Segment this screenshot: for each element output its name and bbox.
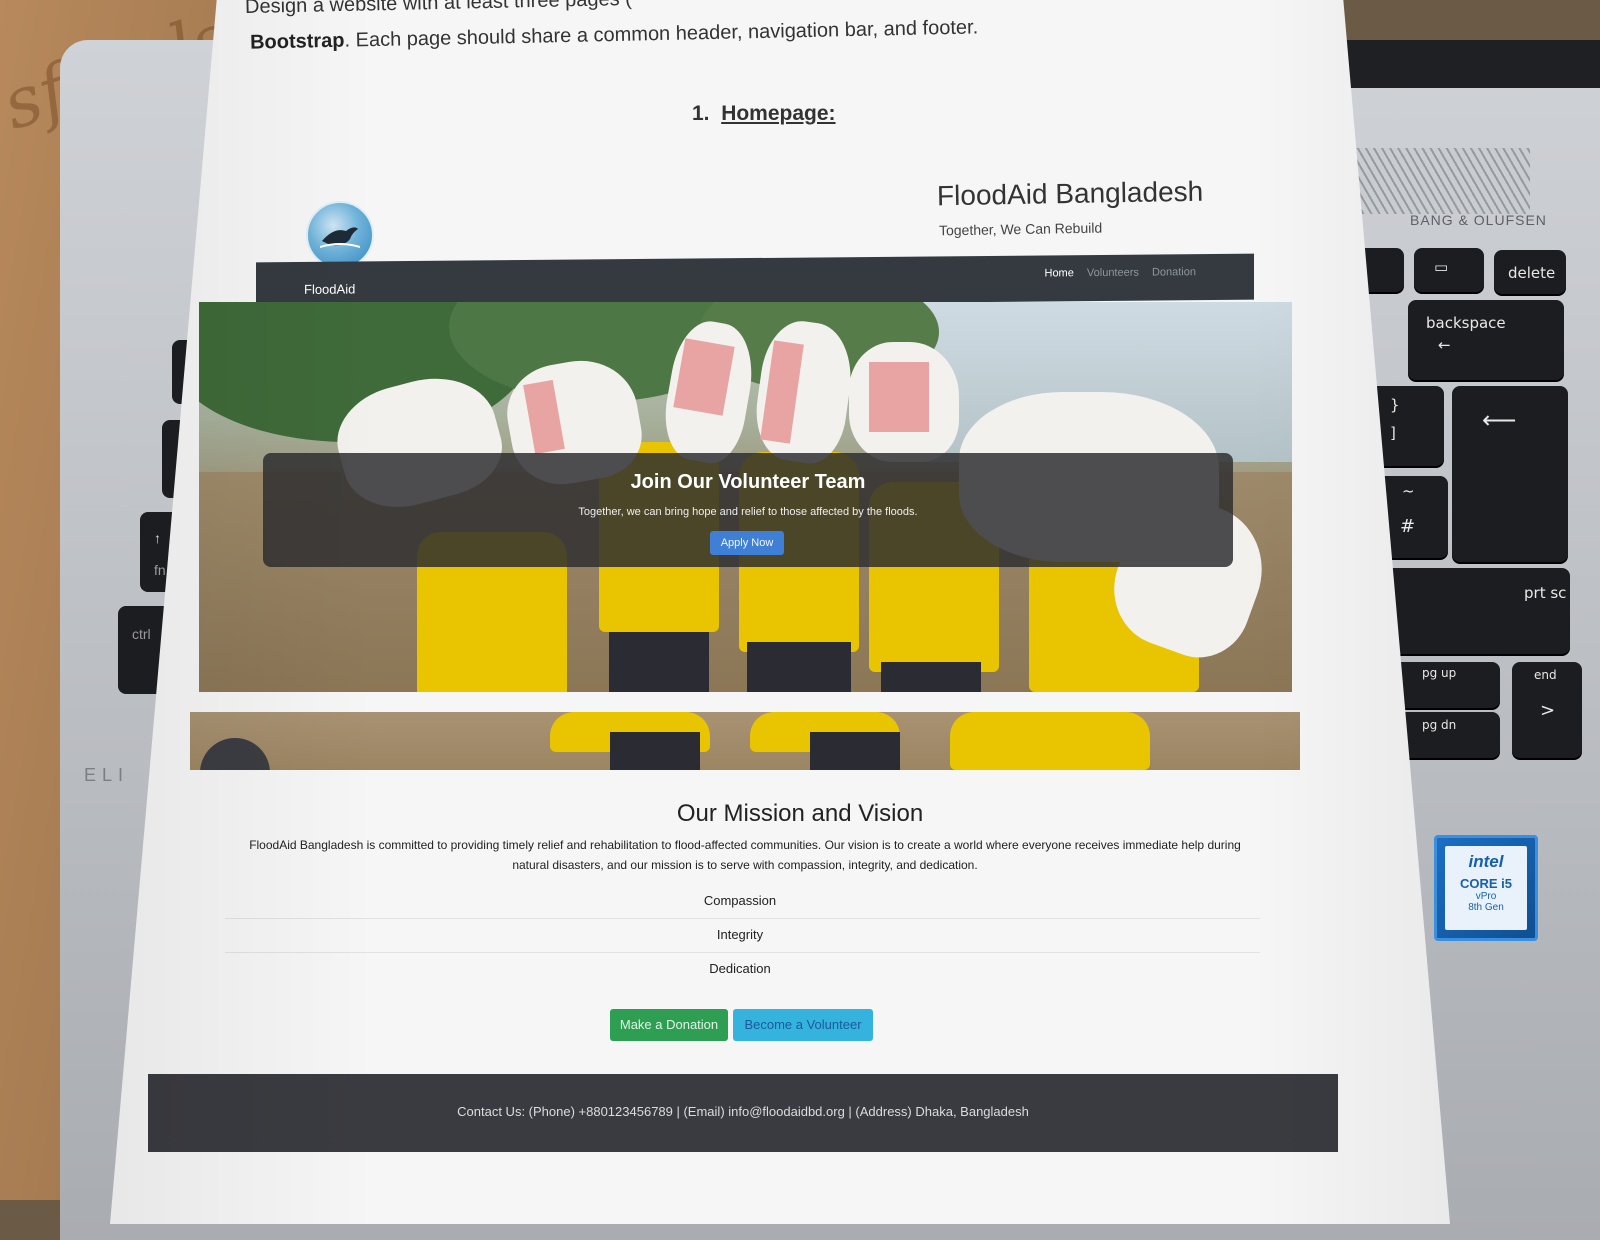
- laptop-brand-label: BANG & OLUFSEN: [1410, 212, 1547, 228]
- key-delete[interactable]: delete: [1494, 250, 1566, 294]
- navbar-brand[interactable]: FloodAid: [304, 281, 355, 296]
- hero-title: Join Our Volunteer Team: [630, 471, 866, 493]
- value-item-dedication: Dedication: [709, 961, 771, 976]
- hero-text: Together, we can bring hope and relief t…: [578, 506, 918, 518]
- make-donation-button[interactable]: Make a Donation: [610, 1009, 728, 1041]
- mission-text: FloodAid Bangladesh is committed to prov…: [249, 838, 1241, 872]
- site-logo[interactable]: [306, 201, 374, 269]
- scroll-top-icon[interactable]: [200, 738, 270, 770]
- key-backspace[interactable]: backspace ←: [1408, 300, 1564, 380]
- site-title: FloodAid Bangladesh: [936, 175, 1204, 212]
- become-volunteer-button[interactable]: Become a Volunteer: [733, 1009, 873, 1041]
- mission-title: Our Mission and Vision: [676, 800, 924, 827]
- key-end[interactable]: end >: [1512, 662, 1582, 758]
- nav-link-donation[interactable]: Donation: [1152, 266, 1196, 278]
- site-footer: Contact Us: (Phone) +880123456789 | (Ema…: [148, 1074, 1338, 1152]
- site-tagline: Together, We Can Rebuild: [938, 219, 1103, 239]
- bird-icon: [320, 227, 360, 248]
- apply-now-button[interactable]: Apply Now: [710, 531, 784, 555]
- laptop-edge-label: ELI: [84, 765, 130, 785]
- nav-link-home[interactable]: Home: [1045, 267, 1074, 279]
- footer-contact: Contact Us: (Phone) +880123456789 | (Ema…: [457, 1104, 1029, 1119]
- value-item-compassion: Compassion: [703, 893, 777, 908]
- nav-link-volunteers[interactable]: Volunteers: [1087, 267, 1139, 279]
- key-enter[interactable]: ⟵: [1452, 386, 1568, 562]
- hero-overlay: Join Our Volunteer Team Together, we can…: [263, 453, 1233, 567]
- navbar: FloodAid Home Volunteers Donation: [256, 253, 1254, 309]
- intel-sticker: intel CORE i5 vPro 8th Gen: [1434, 835, 1538, 941]
- key-shift-prtsc[interactable]: ↑prt sc: [1374, 568, 1570, 654]
- key-media[interactable]: ▭: [1414, 248, 1484, 292]
- navbar-links: Home Volunteers Donation: [1035, 266, 1197, 279]
- value-divider: [225, 918, 1260, 919]
- section-heading: 1. Homepage:: [692, 102, 836, 125]
- value-item-integrity: Integrity: [716, 927, 764, 942]
- hero-image-strip: [190, 712, 1300, 770]
- value-divider: [225, 952, 1260, 953]
